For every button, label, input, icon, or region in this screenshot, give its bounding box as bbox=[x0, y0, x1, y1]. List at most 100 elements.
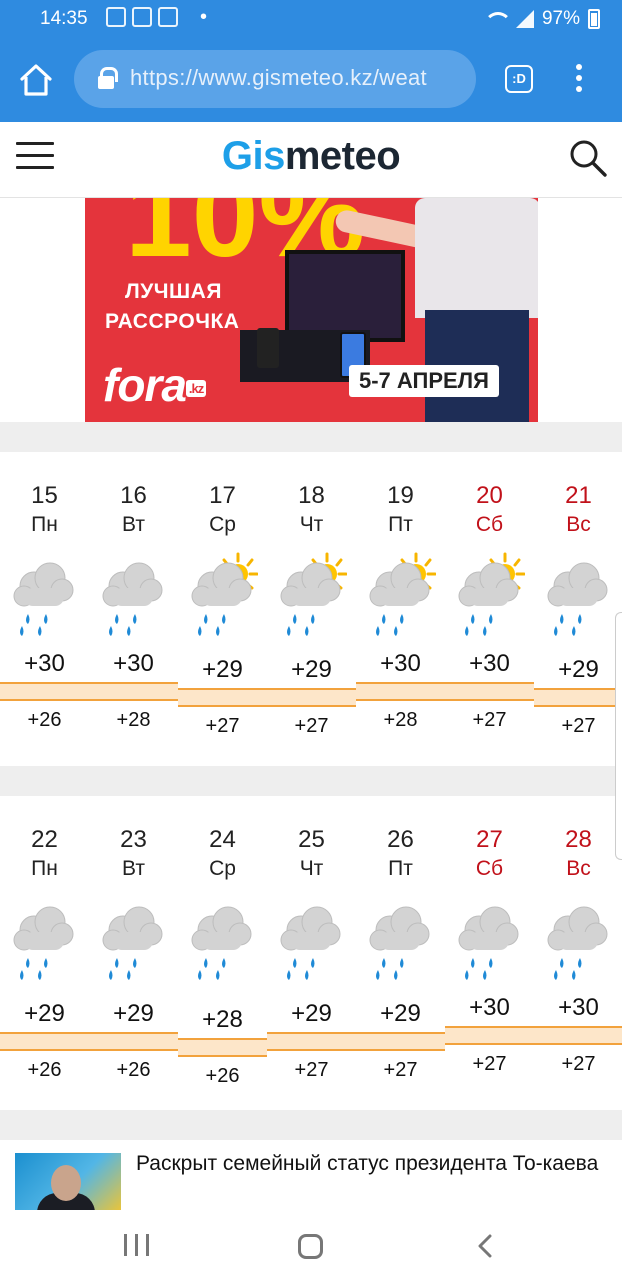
cloud-rain-icon bbox=[13, 906, 74, 980]
temp-max: +29 bbox=[113, 1000, 154, 1027]
cloud-rain-icon bbox=[13, 562, 74, 636]
tabs-button[interactable]: :D bbox=[505, 65, 533, 93]
day-name: Ср bbox=[209, 857, 236, 880]
temp-max: +30 bbox=[24, 650, 65, 677]
system-nav-bar bbox=[0, 1210, 622, 1280]
news-title: Раскрыт семейный статус президента То-ка… bbox=[136, 1152, 599, 1175]
browser-toolbar: 14:35 • 97% https://www.gismeteo.kz/weat… bbox=[0, 0, 622, 122]
home-icon[interactable] bbox=[18, 62, 54, 98]
day-number: 19 bbox=[387, 482, 414, 509]
forecast-day-column[interactable]: 25 Чт +29 +27 bbox=[267, 796, 356, 1110]
ad-brand-suffix: .kz bbox=[185, 380, 207, 398]
site-header: Gismeteo bbox=[0, 122, 622, 198]
temp-min: +26 bbox=[116, 1059, 151, 1081]
notification-icons bbox=[106, 7, 178, 27]
temp-min: +27 bbox=[383, 1059, 418, 1081]
temp-min: +27 bbox=[561, 715, 596, 737]
ad-brand-name: fora bbox=[103, 359, 187, 411]
forecast-day-column[interactable]: 22 Пн +29 +26 bbox=[0, 796, 89, 1110]
back-icon[interactable] bbox=[478, 1234, 492, 1258]
forecast-day-column[interactable]: 17 Ср +29 +27 bbox=[178, 452, 267, 766]
forecast-day-column[interactable]: 27 Сб +30 +27 bbox=[445, 796, 534, 1110]
ad-banner[interactable]: 10% ЛУЧШАЯ РАССРОЧКА fora .kz 5-7 АПРЕЛЯ bbox=[85, 198, 538, 422]
ad-line-2: РАССРОЧКА bbox=[105, 310, 240, 333]
day-name: Ср bbox=[209, 513, 236, 536]
temperature-band bbox=[534, 688, 622, 707]
temp-min: +26 bbox=[27, 1059, 62, 1081]
temp-min: +27 bbox=[294, 715, 329, 737]
temp-max: +28 bbox=[202, 1006, 243, 1033]
temp-max: +29 bbox=[380, 1000, 421, 1027]
day-number: 16 bbox=[120, 482, 147, 509]
temp-min: +27 bbox=[294, 1059, 329, 1081]
day-number: 24 bbox=[209, 826, 236, 853]
temp-min: +26 bbox=[205, 1065, 240, 1087]
url-text: https://www.gismeteo.kz/weat bbox=[130, 65, 427, 90]
sun-cloud-rain-icon bbox=[280, 552, 347, 636]
forecast-day-column[interactable]: 15 Пн +30 +26 bbox=[0, 452, 89, 766]
day-name: Пт bbox=[388, 857, 413, 880]
forecast-day-column[interactable]: 21 Вс +29 +27 bbox=[534, 452, 622, 766]
gallery-notification-icon bbox=[106, 7, 126, 27]
day-number: 23 bbox=[120, 826, 147, 853]
battery-icon bbox=[588, 9, 600, 29]
cloud-rain-icon bbox=[280, 906, 341, 980]
day-name: Сб bbox=[475, 857, 504, 880]
day-name: Вт bbox=[122, 513, 145, 536]
nav-home-icon[interactable] bbox=[298, 1234, 323, 1259]
day-name: Чт bbox=[299, 513, 324, 536]
battery-percent: 97% bbox=[541, 8, 580, 29]
sun-cloud-rain-icon bbox=[191, 552, 258, 636]
lock-icon bbox=[98, 67, 118, 89]
site-logo[interactable]: Gismeteo bbox=[0, 134, 622, 179]
forecast-day-column[interactable]: 16 Вт +30 +28 bbox=[89, 452, 178, 766]
ad-line-1: ЛУЧШАЯ bbox=[125, 280, 222, 303]
day-name: Вс bbox=[566, 857, 591, 880]
forecast-day-column[interactable]: 18 Чт +29 +27 bbox=[267, 452, 356, 766]
temp-max: +30 bbox=[113, 650, 154, 677]
recent-apps-icon[interactable] bbox=[124, 1234, 150, 1256]
forecast-day-column[interactable]: 20 Сб +30 +27 bbox=[445, 452, 534, 766]
forecast-day-column[interactable]: 19 Пт +30 +28 bbox=[356, 452, 445, 766]
forecast-week-1: 15 Пн +30 +26 16 Вт +30 +28 17 Ср +29 +27 18 Чт +29 +27… bbox=[0, 452, 622, 766]
day-number: 20 bbox=[476, 482, 503, 509]
day-number: 17 bbox=[209, 482, 236, 509]
day-number: 28 bbox=[565, 826, 592, 853]
temp-min: +27 bbox=[472, 1053, 507, 1075]
more-notifications-icon: • bbox=[200, 6, 208, 28]
scroll-handle[interactable] bbox=[615, 612, 622, 860]
day-number: 25 bbox=[298, 826, 325, 853]
day-number: 21 bbox=[565, 482, 592, 509]
temp-max: +29 bbox=[24, 1000, 65, 1027]
cloud-rain-icon bbox=[102, 906, 163, 980]
search-icon[interactable] bbox=[568, 138, 608, 178]
forecast-day-column[interactable]: 23 Вт +29 +26 bbox=[89, 796, 178, 1110]
day-number: 22 bbox=[31, 826, 58, 853]
day-number: 15 bbox=[31, 482, 58, 509]
temp-max: +29 bbox=[202, 656, 243, 683]
day-name: Пн bbox=[31, 857, 58, 880]
temperature-band bbox=[445, 682, 534, 701]
app-notification-icon-2 bbox=[158, 7, 178, 27]
temperature-band bbox=[534, 1026, 622, 1045]
day-name: Пн bbox=[31, 513, 58, 536]
temp-min: +28 bbox=[116, 709, 151, 731]
wifi-icon bbox=[482, 10, 512, 28]
news-thumbnail bbox=[15, 1153, 121, 1210]
temperature-band bbox=[178, 688, 267, 707]
browser-menu-icon[interactable] bbox=[570, 64, 588, 94]
temp-min: +27 bbox=[205, 715, 240, 737]
day-number: 26 bbox=[387, 826, 414, 853]
temperature-band bbox=[356, 1032, 445, 1051]
news-item[interactable]: Раскрыт семейный статус президента То-ка… bbox=[0, 1140, 622, 1210]
forecast-day-column[interactable]: 28 Вс +30 +27 bbox=[534, 796, 622, 1110]
temperature-band bbox=[445, 1026, 534, 1045]
temperature-band bbox=[267, 1032, 356, 1051]
forecast-day-column[interactable]: 24 Ср +28 +26 bbox=[178, 796, 267, 1110]
address-bar[interactable]: https://www.gismeteo.kz/weat bbox=[74, 50, 476, 108]
cloud-rain-icon bbox=[102, 562, 163, 636]
forecast-day-column[interactable]: 26 Пт +29 +27 bbox=[356, 796, 445, 1110]
temperature-band bbox=[267, 688, 356, 707]
temp-max: +29 bbox=[291, 656, 332, 683]
logo-part-gis: Gis bbox=[221, 134, 285, 178]
